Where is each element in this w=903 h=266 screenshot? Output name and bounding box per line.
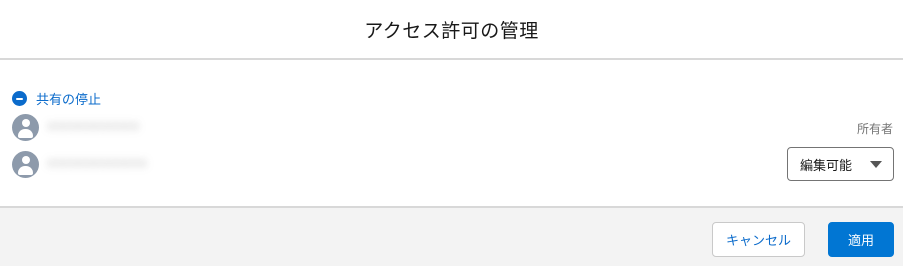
user-avatar-icon	[12, 151, 39, 178]
user-name-redacted: xxxxxxxxxxxx	[47, 118, 140, 134]
user-row-editor: xxxxxxxxxxxxx	[12, 151, 147, 178]
stop-sharing-label: 共有の停止	[36, 93, 102, 108]
owner-role-label: 所有者	[856, 122, 893, 136]
access-level-select[interactable]: 編集可能	[787, 147, 894, 181]
dialog-body: 共有の停止 xxxxxxxxxxxx 所有者 xxxxxxxxxxxxx 編集可…	[0, 60, 903, 206]
dialog-header: アクセス許可の管理	[0, 0, 903, 60]
user-row-owner: xxxxxxxxxxxx	[12, 114, 139, 141]
dialog-title: アクセス許可の管理	[364, 19, 539, 42]
user-name-redacted: xxxxxxxxxxxxx	[47, 155, 148, 171]
stop-sharing-link[interactable]: 共有の停止	[12, 89, 101, 108]
chevron-down-icon	[870, 161, 882, 168]
user-avatar-icon	[12, 114, 39, 141]
minus-circle-icon	[12, 91, 27, 106]
access-level-value: 編集可能	[800, 158, 853, 174]
cancel-button[interactable]: キャンセル	[712, 222, 805, 257]
dialog-footer: キャンセル 適用	[0, 206, 903, 266]
apply-button[interactable]: 適用	[828, 222, 894, 257]
